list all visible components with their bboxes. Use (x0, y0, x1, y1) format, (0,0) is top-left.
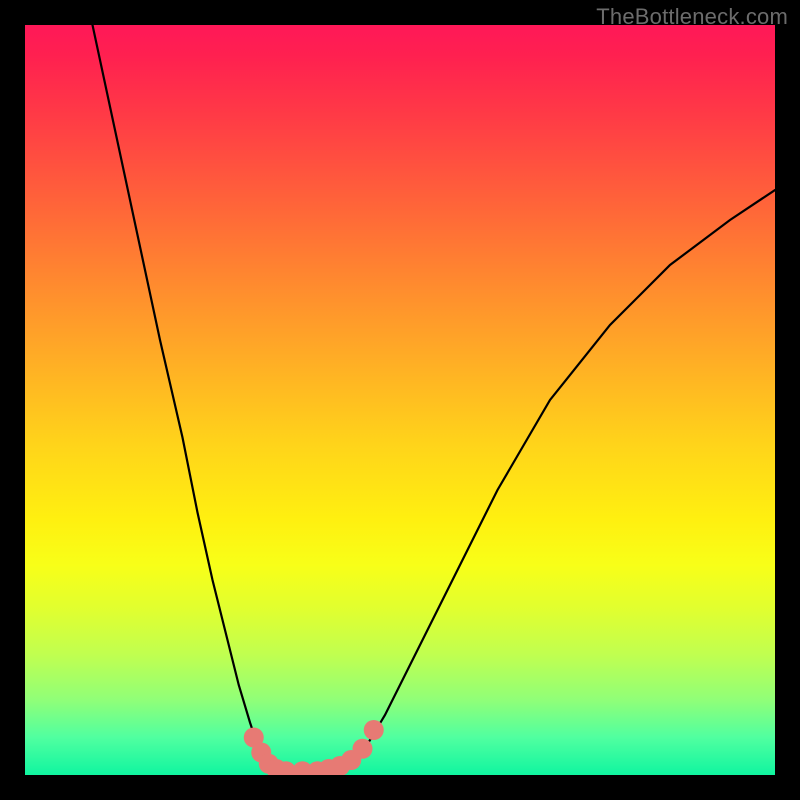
bottleneck-curve (93, 25, 776, 774)
curve-group (93, 25, 776, 774)
plot-area (25, 25, 775, 775)
data-marker (364, 720, 384, 740)
chart-frame: TheBottleneck.com (0, 0, 800, 800)
marker-group (244, 720, 384, 775)
data-marker (353, 739, 373, 759)
chart-svg (25, 25, 775, 775)
